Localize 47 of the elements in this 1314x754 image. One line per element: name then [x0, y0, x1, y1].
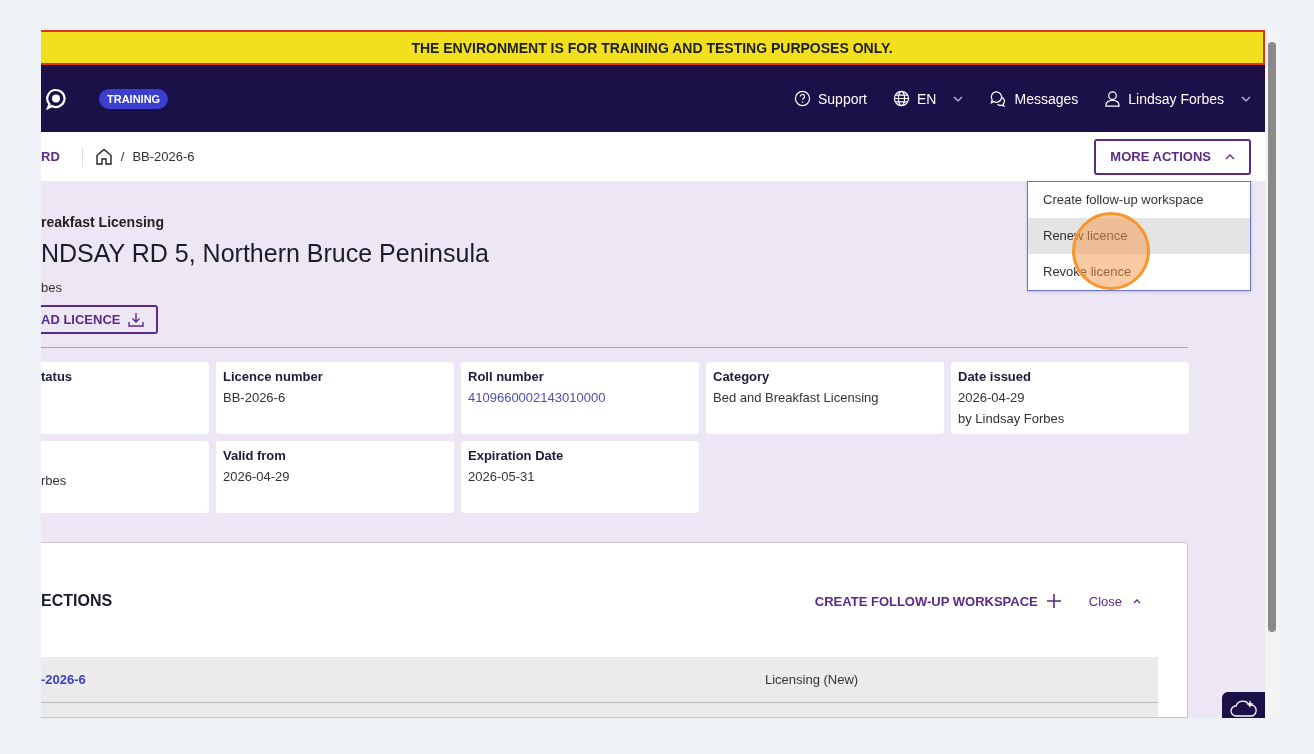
home-icon[interactable] — [94, 148, 113, 166]
card-label: Valid from — [223, 448, 287, 463]
environment-badge: TRAINING — [99, 88, 169, 109]
card-label: Date issued — [958, 369, 1032, 384]
close-toggle[interactable]: Close — [1088, 594, 1141, 609]
chat-bubbles-icon — [989, 90, 1008, 108]
training-banner: THE ENVIRONMENT IS FOR TRAINING AND TESTING PURPOSES ONLY. — [41, 30, 1265, 66]
card-value: Bed and Breakfast Licensing — [713, 390, 880, 405]
card-subtext: by Lindsay Forbes — [958, 411, 1066, 426]
roll-number-link[interactable]: 4109660002143010000 — [468, 390, 692, 405]
download-licence-button[interactable]: AD LICENCE — [41, 305, 159, 334]
card-value: 2026-05-31 — [468, 469, 536, 484]
section-title: ECTIONS — [41, 592, 113, 611]
licence-holder: bes — [41, 280, 63, 295]
card-label: tatus — [41, 369, 74, 384]
plus-icon — [1046, 594, 1061, 609]
download-icon — [128, 312, 145, 327]
globe-icon — [893, 90, 910, 108]
nav-item[interactable]: Lindsay Forbes — [1104, 90, 1251, 108]
card-label: Licence number — [223, 369, 324, 384]
breadcrumb-current: BB-2026-6 — [132, 149, 195, 165]
caret-up-icon — [1133, 599, 1141, 604]
menu-item[interactable]: Create follow-up workspace — [1028, 181, 1250, 218]
breadcrumb-link[interactable]: RD — [41, 149, 60, 165]
more-actions-button[interactable]: MORE ACTIONS — [1094, 138, 1251, 175]
caret-icon — [1225, 153, 1235, 160]
nav-item[interactable]: EN — [893, 90, 964, 108]
card-label: Roll number — [468, 369, 545, 384]
nav-item[interactable]: Messages — [989, 90, 1079, 108]
breadcrumb-separator: / — [120, 149, 125, 165]
card-label: Category — [713, 369, 771, 384]
licence-type: reakfast Licensing — [41, 214, 165, 230]
card-value: rbes — [41, 473, 68, 488]
card-value: BB-2026-6 — [223, 390, 287, 405]
card-value: 2026-04-29 — [223, 469, 291, 484]
table-cell: Licensing (New) — [765, 672, 859, 687]
help-icon — [793, 90, 811, 108]
nav-item[interactable]: Support — [793, 90, 867, 108]
workspace-link[interactable]: -2026-6 — [41, 672, 765, 687]
card-value: 2026-04-29 — [958, 390, 1026, 405]
card-label: Expiration Date — [468, 448, 565, 463]
licence-address: NDSAY RD 5, Northern Bruce Peninsula — [41, 239, 490, 268]
user-icon — [1104, 90, 1122, 108]
cloud-sparkle-icon — [1229, 698, 1258, 718]
scrollbar[interactable] — [1265, 30, 1279, 718]
chat-bubble-logo-icon[interactable] — [45, 87, 67, 110]
create-workspace-button[interactable]: CREATE FOLLOW-UP WORKSPACE — [814, 594, 1061, 609]
